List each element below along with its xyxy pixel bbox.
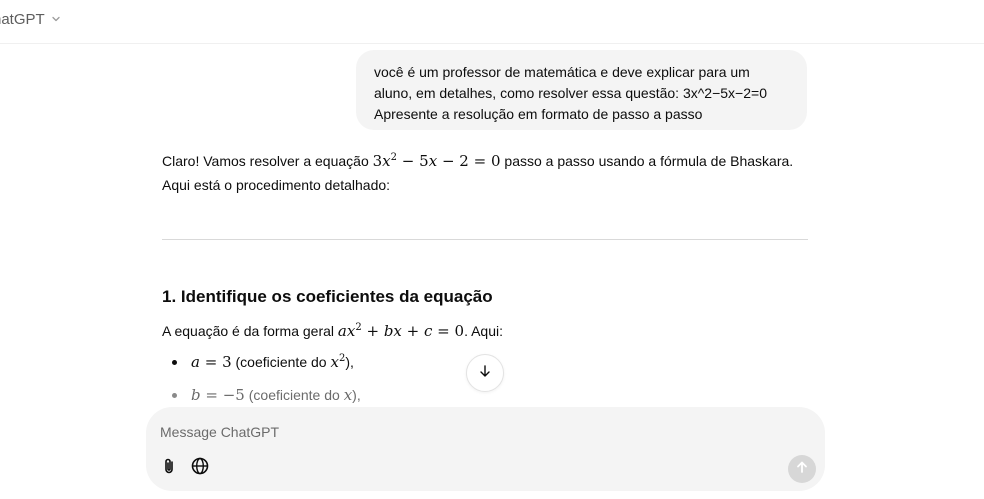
section-heading: 1. Identifique os coeficientes da equaçã… <box>162 287 493 306</box>
bullet-dot <box>172 359 177 365</box>
attach-button[interactable] <box>157 456 181 480</box>
bullet-tail: ), <box>345 354 354 370</box>
intro-line-2: Aqui está o procedimento detalhado: <box>162 177 391 193</box>
x-squared-formula: x2 <box>330 353 346 371</box>
globe-icon <box>190 456 210 481</box>
user-message: você é um professor de matemática e deve… <box>356 50 807 130</box>
bullet-text: (coeficiente do <box>231 354 331 370</box>
message-composer <box>146 407 825 491</box>
user-message-line: aluno, em detalhes, como resolver essa q… <box>374 85 767 101</box>
user-message-line: Apresente a resolução em formato de pass… <box>374 106 703 122</box>
list-item: b = −5 (coeficiente do x), <box>172 384 361 406</box>
message-input[interactable] <box>160 421 760 443</box>
web-search-button[interactable] <box>188 456 212 480</box>
user-message-line: você é um professor de matemática e deve… <box>374 64 750 80</box>
intro-text: passo a passo usando a fórmula de Bhaska… <box>500 153 794 169</box>
arrow-down-icon <box>477 363 493 384</box>
send-button[interactable] <box>788 455 816 483</box>
top-bar: hatGPT <box>0 0 984 44</box>
divider <box>162 239 808 240</box>
coefficient-b-formula: b = −5 <box>191 386 245 404</box>
model-name: hatGPT <box>0 11 45 28</box>
paragraph-text: A equação é da forma geral <box>162 323 338 339</box>
coefficient-a-formula: a = 3 <box>191 353 232 371</box>
bullet-tail: ), <box>352 387 361 403</box>
x-formula: x <box>343 386 353 404</box>
list-item: a = 3 (coeficiente do x2), <box>172 351 354 373</box>
model-selector[interactable]: hatGPT <box>0 11 61 28</box>
equation-formula: 3x2 − 5x − 2 = 0 <box>372 152 501 170</box>
paragraph-text: . Aqui: <box>464 323 503 339</box>
bullet-text: (coeficiente do <box>244 387 344 403</box>
paperclip-icon <box>159 456 179 481</box>
arrow-up-icon <box>795 460 809 479</box>
general-form-formula: ax2 + bx + c = 0 <box>337 322 465 340</box>
section-paragraph: A equação é da forma geral ax2 + bx + c … <box>162 320 503 342</box>
bullet-dot <box>172 392 177 398</box>
scroll-to-bottom-button[interactable] <box>466 354 504 392</box>
chevron-down-icon <box>51 14 61 27</box>
intro-text: Claro! Vamos resolver a equação <box>162 153 373 169</box>
assistant-intro: Claro! Vamos resolver a equação 3x2 − 5x… <box>162 149 808 197</box>
